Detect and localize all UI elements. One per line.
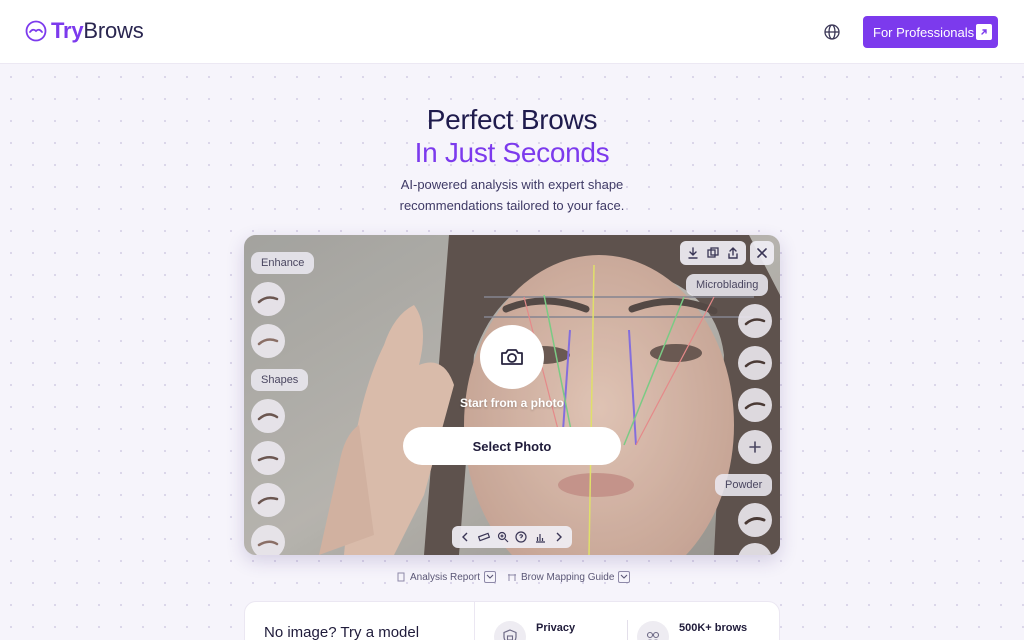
users-icon xyxy=(637,621,669,640)
brow-icon xyxy=(257,413,279,421)
top-nav: TryBrows For Professionals xyxy=(0,0,1024,64)
microblading-label: Microblading xyxy=(686,274,769,296)
powder-label: Powder xyxy=(715,474,773,496)
mapping-icon xyxy=(508,574,516,581)
info-card: No image? Try a model Privacy 500K+ brow… xyxy=(244,601,780,640)
brow-icon xyxy=(257,456,279,462)
external-link-icon xyxy=(976,24,992,40)
camera-icon xyxy=(501,349,523,365)
select-photo-button[interactable]: Select Photo xyxy=(403,427,621,465)
start-from-photo-text: Start from a photo xyxy=(460,396,564,410)
close-icon xyxy=(757,248,767,258)
document-icon xyxy=(397,572,405,582)
enhance-option-1[interactable] xyxy=(251,282,285,316)
globe-icon[interactable] xyxy=(823,23,841,41)
for-professionals-label: For Professionals xyxy=(873,24,975,40)
hero-subtitle-line1: AI-powered analysis with expert shape xyxy=(400,177,624,192)
lock-shield-icon xyxy=(494,621,526,640)
close-button[interactable] xyxy=(750,241,774,265)
powder-option-1[interactable] xyxy=(738,503,772,537)
camera-button[interactable] xyxy=(480,325,544,389)
shape-option-2[interactable] xyxy=(251,441,285,475)
brow-icon xyxy=(744,517,766,525)
compare-icon[interactable] xyxy=(705,245,721,261)
analysis-report-label: Analysis Report xyxy=(410,571,481,583)
logo-text-brows: Brows xyxy=(83,18,144,43)
plus-icon xyxy=(749,441,761,453)
hero-title-line2: In Just Seconds xyxy=(414,137,610,168)
shape-option-4[interactable] xyxy=(251,525,285,555)
for-professionals-button[interactable]: For Professionals xyxy=(863,16,998,48)
chart-icon[interactable] xyxy=(534,531,546,543)
microblading-option-2[interactable] xyxy=(738,346,772,380)
brow-icon xyxy=(257,296,279,304)
share-icon[interactable] xyxy=(725,245,741,261)
brow-mapping-guide-label: Brow Mapping Guide xyxy=(521,571,615,583)
chevron-right-icon[interactable] xyxy=(553,531,565,543)
microblading-option-1[interactable] xyxy=(738,304,772,338)
analysis-report-link[interactable]: Analysis Report xyxy=(396,571,497,583)
zoom-icon[interactable] xyxy=(497,531,509,543)
help-icon[interactable] xyxy=(515,531,527,543)
trybrows-logo[interactable]: TryBrows xyxy=(25,18,144,44)
shapes-label: Shapes xyxy=(251,369,309,391)
try-model-heading[interactable]: No image? Try a model xyxy=(264,624,419,640)
add-style-button[interactable] xyxy=(738,430,772,464)
privacy-title: Privacy xyxy=(536,622,576,634)
brow-mapping-guide-link[interactable]: Brow Mapping Guide xyxy=(507,571,631,583)
logo-brow-icon xyxy=(25,20,47,42)
shape-option-3[interactable] xyxy=(251,483,285,517)
chevron-left-icon[interactable] xyxy=(459,531,471,543)
chevron-down-icon xyxy=(484,571,497,583)
ruler-icon[interactable] xyxy=(477,531,490,543)
feature-separator xyxy=(627,620,628,640)
image-toolbar xyxy=(680,241,746,265)
enhance-option-2[interactable] xyxy=(251,324,285,358)
chevron-down-icon xyxy=(618,571,631,583)
logo-text-try: Try xyxy=(51,18,84,43)
brow-icon xyxy=(257,338,279,346)
view-toolbar xyxy=(452,526,572,548)
brow-icon xyxy=(257,496,279,505)
hero-title-line1: Perfect Brows xyxy=(426,104,598,135)
brow-icon xyxy=(257,540,279,547)
brow-editor: Enhance Shapes Microblading Powder Start… xyxy=(244,235,780,555)
brows-count-title: 500K+ brows xyxy=(679,622,748,634)
brow-icon xyxy=(744,318,766,326)
brow-icon xyxy=(744,360,766,368)
enhance-label: Enhance xyxy=(251,252,315,274)
hero-subtitle-line2: recommendations tailored to your face. xyxy=(399,198,625,213)
divider xyxy=(474,602,475,640)
download-icon[interactable] xyxy=(685,245,701,261)
